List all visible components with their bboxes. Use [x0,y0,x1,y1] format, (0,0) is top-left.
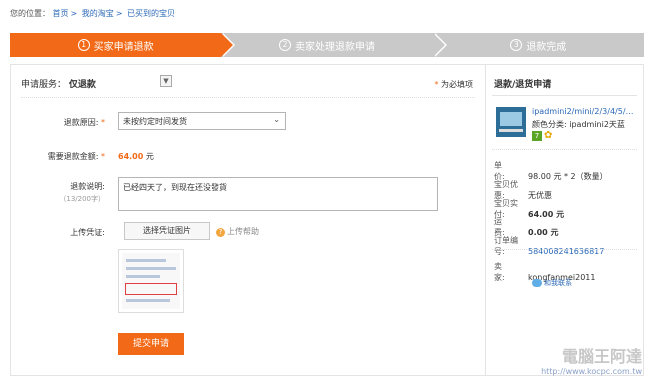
step-number: 1 [77,39,90,51]
contact-seller-button[interactable]: 和我联系 [532,278,572,288]
choose-image-button[interactable]: 选择凭证图片 [124,222,210,240]
question-icon: ? [216,228,225,237]
step-number: 3 [510,39,523,51]
service-row: 申请服务： 仅退款 [21,77,96,90]
summary-title: 退款/退货申请 [494,80,552,90]
order-summary-panel: 退款/退货申请 ipadmini2/mini/2/3/4/5/Air2 颜色分类… [486,64,644,376]
breadcrumb: 您的位置： 首页 > 我的淘宝 > 已买到的宝贝 [10,9,176,18]
product-color: 颜色分类: ipadmini2天蓝 [532,120,625,129]
product-image[interactable] [496,107,526,137]
progress-steps: 1 买家申请退款 2 卖家处理退款申请 3 退款完成 [10,33,644,57]
seven-day-return-icon: 7 [532,131,542,141]
breadcrumb-prefix: 您的位置： [10,9,50,18]
service-dropdown-toggle[interactable]: ▼ [160,75,172,87]
step-seller-process: 2 卖家处理退款申请 [221,33,447,57]
service-label: 申请服务： [21,80,67,90]
order-number-row: 订单编号: 584008241636817 [494,236,605,256]
service-value: 仅退款 [68,80,96,90]
submit-button[interactable]: 提交申请 [118,333,184,355]
reason-value: 未按约定时间发货 [123,117,187,126]
consumer-protection-icon: ✿ [544,130,553,141]
step-label: 退款完成 [526,41,567,53]
description-label: 退款说明: （13/200字） [15,181,105,204]
product-link[interactable]: ipadmini2/mini/2/3/4/5/Air2 [532,107,636,116]
step-number: 2 [278,39,291,51]
step-refund-complete: 3 退款完成 [432,33,644,57]
breadcrumb-home-link[interactable]: 首页 [53,9,69,18]
refund-amount: 64.00 元 [118,152,154,161]
description-counter: （13/200字） [59,195,105,203]
breadcrumb-purchased-link[interactable]: 已买到的宝贝 [127,9,175,18]
step-apply-refund: 1 买家申请退款 [10,33,236,57]
upload-help-link[interactable]: ? 上传帮助 [216,226,259,237]
chat-icon [532,279,542,287]
step-label: 买家申请退款 [93,41,154,53]
amount-label: 需要退款金额: * [47,152,105,161]
description-textarea[interactable]: 已经四天了，到现在还没發貨 [118,177,438,211]
watermark: 電腦王阿達 http://www.kocpc.com.tw [541,347,642,376]
uploaded-image-thumbnail[interactable] [118,249,184,313]
chevron-down-icon: ⌄ [273,115,280,124]
step-label: 卖家处理退款申请 [294,41,375,53]
upload-label: 上传凭证: [70,228,105,237]
reason-select[interactable]: 未按约定时间发货 ⌄ [118,112,286,130]
refund-form-panel: 申请服务： 仅退款 ▼ * 为必填项 退款原因: * 未按约定时间发货 ⌄ 需要… [10,64,486,376]
breadcrumb-mytaobao-link[interactable]: 我的淘宝 [82,9,114,18]
reason-label: 退款原因: * [63,118,105,127]
required-note: * 为必填项 [434,80,473,89]
